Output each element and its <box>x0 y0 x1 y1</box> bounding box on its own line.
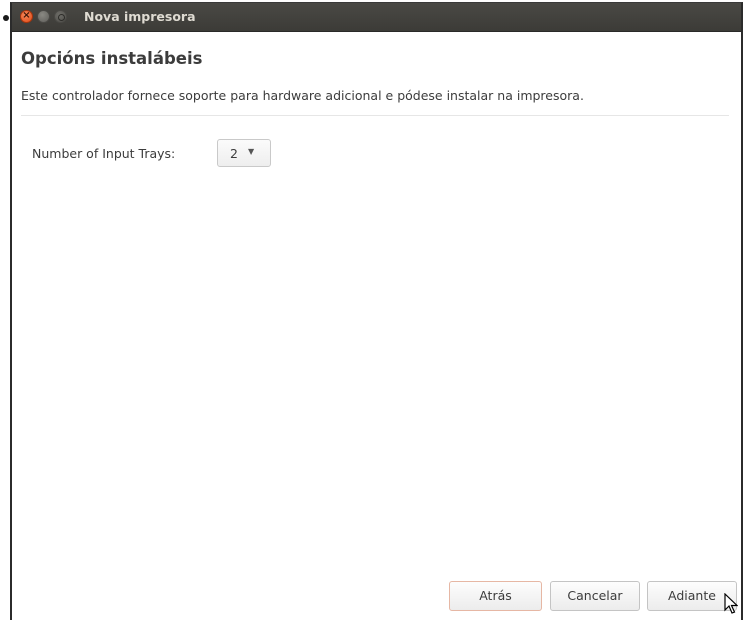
back-button[interactable]: Atrás <box>449 581 542 611</box>
chevron-down-icon: ▼ <box>248 147 255 156</box>
maximize-icon <box>58 14 65 21</box>
window-title: Nova impresora <box>84 9 196 24</box>
page-heading: Opcións instalábeis <box>21 49 203 68</box>
title-bar: × Nova impresora <box>12 3 741 32</box>
close-icon: × <box>22 10 31 21</box>
input-trays-label: Number of Input Trays: <box>32 146 176 161</box>
separator <box>21 115 729 116</box>
minimize-window-button[interactable] <box>37 10 50 23</box>
cancel-button[interactable]: Cancelar <box>550 581 640 611</box>
input-trays-dropdown[interactable]: 2 ▼ <box>217 139 271 167</box>
input-trays-value: 2 <box>230 146 238 161</box>
close-window-button[interactable]: × <box>20 10 33 23</box>
page-description: Este controlador fornece soporte para ha… <box>21 88 584 103</box>
printer-dialog-window: × Nova impresora Opcións instalábeis Est… <box>10 2 743 620</box>
maximize-window-button[interactable] <box>54 10 67 23</box>
bullet-marker <box>3 15 9 21</box>
mouse-cursor-icon <box>724 593 738 614</box>
